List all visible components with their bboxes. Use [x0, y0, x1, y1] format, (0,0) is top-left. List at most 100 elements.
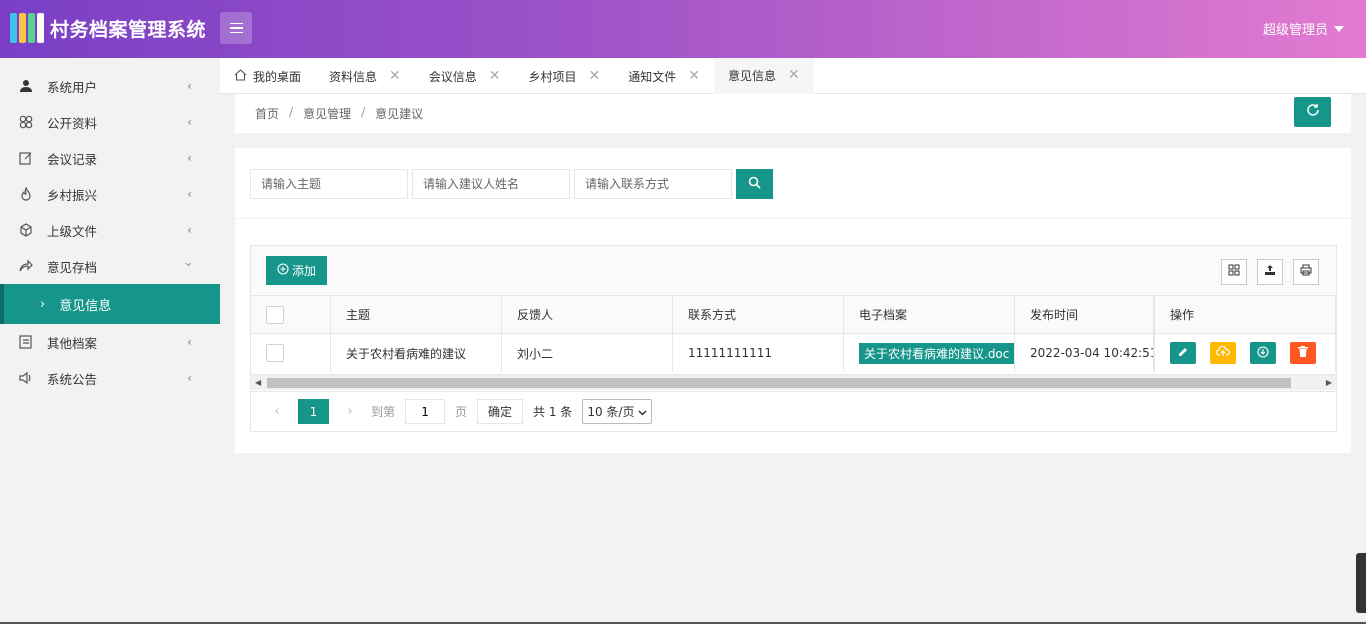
- tab-meetings[interactable]: 会议信息 ✕: [415, 58, 515, 94]
- sidebar-item-other-archives[interactable]: 其他档案 ‹: [0, 324, 220, 360]
- clover-icon: [18, 114, 34, 130]
- goto-label: 到第: [371, 405, 396, 419]
- name-search-input[interactable]: [412, 169, 570, 199]
- download-button[interactable]: [1250, 342, 1276, 364]
- close-icon[interactable]: ✕: [389, 68, 401, 84]
- column-header-actions: 操作: [1154, 296, 1336, 334]
- app-title: 村务档案管理系统: [50, 18, 207, 41]
- user-icon: [18, 78, 34, 94]
- pencil-icon: [1178, 346, 1189, 360]
- sidebar-subitem-opinion-info[interactable]: › 意见信息: [0, 284, 220, 324]
- column-header-time[interactable]: 发布时间: [1015, 296, 1154, 334]
- subject-search-input[interactable]: [250, 169, 408, 199]
- fire-icon: [18, 186, 34, 202]
- sidebar-subitem-label: 意见信息: [59, 298, 112, 314]
- speaker-icon: [18, 370, 34, 386]
- scroll-left-icon[interactable]: ◀: [255, 378, 261, 387]
- cell-subject: 关于农村看病难的建议: [331, 334, 502, 372]
- grid-icon: [1228, 264, 1240, 280]
- sidebar-item-users[interactable]: 系统用户 ‹: [0, 68, 220, 104]
- download-icon: [1257, 345, 1269, 361]
- prev-page-button[interactable]: ‹: [266, 404, 288, 419]
- search-form: [250, 169, 773, 199]
- columns-filter-button[interactable]: [1221, 259, 1247, 285]
- breadcrumb-bar: 首页 / 意见管理 / 意见建议: [235, 94, 1351, 133]
- user-name: 超级管理员: [1262, 23, 1328, 38]
- chevron-left-icon: ‹: [187, 150, 192, 165]
- data-table: 添加 主题 反馈人 联系方式 电子档案 发布时间 操作 关于农村看病难的建议 刘…: [250, 245, 1337, 432]
- next-page-button[interactable]: ›: [339, 404, 361, 419]
- tab-village-projects[interactable]: 乡村项目 ✕: [515, 58, 615, 94]
- sidebar-item-label: 公开资料: [47, 115, 98, 131]
- tab-label: 乡村项目: [528, 69, 577, 84]
- column-header-subject[interactable]: 主题: [331, 296, 502, 334]
- refresh-button[interactable]: [1294, 97, 1331, 127]
- edit-button[interactable]: [1170, 342, 1196, 364]
- cell-file: 关于农村看病难的建议.doc: [844, 334, 1015, 372]
- side-widget[interactable]: [1356, 553, 1366, 613]
- close-icon[interactable]: ✕: [688, 68, 700, 84]
- table-toolbar: 添加: [251, 246, 1336, 296]
- breadcrumb-opinion-mgmt[interactable]: 意见管理: [303, 105, 351, 122]
- breadcrumb: 首页 / 意见管理 / 意见建议: [255, 105, 423, 122]
- column-header-contact[interactable]: 联系方式: [673, 296, 844, 334]
- sidebar-item-revitalize[interactable]: 乡村振兴 ‹: [0, 176, 220, 212]
- breadcrumb-current: 意见建议: [375, 107, 424, 121]
- horizontal-scrollbar[interactable]: ◀ ▶: [251, 374, 1336, 390]
- close-icon[interactable]: ✕: [589, 68, 601, 84]
- table-tools: [1221, 259, 1319, 285]
- plus-circle-icon: [277, 263, 289, 278]
- close-icon[interactable]: ✕: [788, 67, 800, 83]
- main-card: 添加 主题 反馈人 联系方式 电子档案 发布时间 操作 关于农村看病难的建议 刘…: [235, 148, 1351, 453]
- row-checkbox[interactable]: [266, 344, 284, 362]
- current-page[interactable]: 1: [298, 399, 329, 424]
- add-button[interactable]: 添加: [266, 256, 327, 285]
- chevron-left-icon: ‹: [187, 114, 192, 129]
- tab-label: 通知文件: [628, 69, 677, 84]
- home-icon: [234, 68, 247, 84]
- select-all-checkbox[interactable]: [266, 305, 284, 324]
- sidebar-item-meetings[interactable]: 会议记录 ‹: [0, 140, 220, 176]
- sidebar-item-public[interactable]: 公开资料 ‹: [0, 104, 220, 140]
- page-size-value: 10 条/页: [587, 405, 635, 419]
- tab-my-desktop[interactable]: 我的桌面: [220, 58, 315, 94]
- print-icon: [1300, 264, 1312, 280]
- chevron-down-icon: [638, 405, 647, 419]
- upload-button[interactable]: [1210, 342, 1236, 364]
- sidebar-item-label: 其他档案: [47, 335, 98, 351]
- edit-icon: [18, 150, 34, 166]
- page-size-select[interactable]: 10 条/页: [582, 399, 653, 424]
- tab-materials[interactable]: 资料信息 ✕: [315, 58, 415, 94]
- tab-opinion-info[interactable]: 意见信息 ✕: [714, 58, 814, 94]
- breadcrumb-home[interactable]: 首页: [255, 105, 279, 122]
- menu-toggle-button[interactable]: [220, 12, 252, 44]
- close-icon[interactable]: ✕: [489, 68, 501, 84]
- page-number-input[interactable]: [405, 399, 446, 424]
- user-menu[interactable]: 超级管理员: [1263, 19, 1344, 38]
- file-link[interactable]: 关于农村看病难的建议.doc: [859, 342, 1014, 364]
- sidebar-item-superior-docs[interactable]: 上级文件 ‹: [0, 212, 220, 248]
- caret-down-icon: [1334, 25, 1344, 32]
- scroll-right-icon[interactable]: ▶: [1326, 378, 1332, 387]
- column-header-file[interactable]: 电子档案: [844, 296, 1015, 334]
- breadcrumb-separator: /: [361, 105, 366, 119]
- cube-icon: [18, 222, 34, 238]
- share-icon: [18, 258, 34, 274]
- tab-label: 我的桌面: [253, 69, 302, 84]
- column-header-person[interactable]: 反馈人: [502, 296, 673, 334]
- sidebar-item-label: 意见存档: [47, 259, 98, 275]
- tab-notices[interactable]: 通知文件 ✕: [614, 58, 714, 94]
- sidebar-item-label: 乡村振兴: [47, 187, 98, 203]
- search-button[interactable]: [736, 169, 773, 199]
- scrollbar-thumb[interactable]: [267, 378, 1291, 388]
- chevron-left-icon: ‹: [187, 370, 192, 385]
- sidebar-item-opinion-archive[interactable]: 意见存档 ‹: [0, 248, 220, 284]
- sidebar-item-announcements[interactable]: 系统公告 ‹: [0, 360, 220, 396]
- print-button[interactable]: [1293, 259, 1319, 285]
- tab-label: 意见信息: [728, 68, 777, 83]
- confirm-page-button[interactable]: 确定: [477, 399, 524, 424]
- contact-search-input[interactable]: [574, 169, 732, 199]
- chevron-left-icon: ‹: [187, 222, 192, 237]
- delete-button[interactable]: [1290, 342, 1316, 364]
- export-button[interactable]: [1257, 259, 1283, 285]
